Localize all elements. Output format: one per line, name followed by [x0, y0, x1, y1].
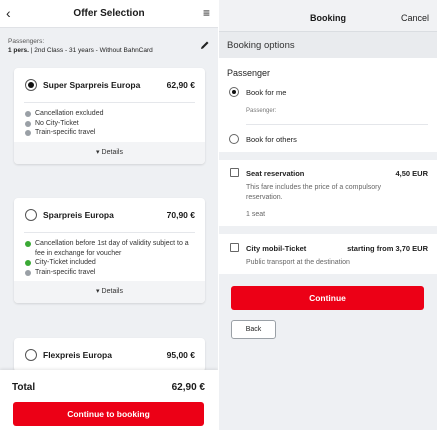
seat-reservation-price: 4,50 EUR — [395, 169, 428, 178]
passengers-count: 1 pers. — [8, 47, 29, 54]
offer-name: Sparpreis Europa — [43, 210, 114, 220]
status-dot-icon — [25, 130, 31, 137]
details-toggle[interactable]: ▾ Details — [14, 141, 205, 164]
hamburger-menu-icon[interactable]: ≡ — [203, 7, 210, 19]
section-header: Booking options — [219, 32, 437, 58]
seat-count: 1 seat — [246, 211, 266, 218]
feature-text: No City-Ticket — [35, 119, 79, 127]
offer-card-flexpreis[interactable]: Flexpreis Europa 95,00 € — [14, 338, 205, 372]
feature-item: Train-specific travel — [25, 128, 195, 138]
chevron-down-icon: ▾ — [96, 288, 100, 296]
book-for-others-label[interactable]: Book for others — [246, 135, 297, 144]
feature-item: No City-Ticket — [25, 119, 195, 129]
offer-price: 62,90 € — [166, 80, 195, 90]
offer-selection-pane: ‹ Offer Selection ≡ Passengers: 1 pers. … — [0, 0, 218, 430]
city-mobil-ticket-title: City mobil-Ticket — [246, 244, 307, 253]
city-mobil-ticket-checkbox[interactable] — [230, 243, 239, 252]
status-dot-icon — [25, 269, 31, 276]
feature-text: City-Ticket included — [35, 259, 96, 267]
passengers-label: Passengers: — [8, 38, 45, 45]
offer-radio[interactable] — [25, 209, 37, 221]
offer-head[interactable]: Super Sparpreis Europa 62,90 € — [14, 68, 205, 102]
details-toggle[interactable]: ▾ Details — [14, 281, 205, 304]
feature-item: City-Ticket included — [25, 258, 195, 268]
offer-header: ‹ Offer Selection ≡ — [0, 0, 218, 28]
continue-to-booking-button[interactable]: Continue to booking — [13, 402, 204, 426]
passenger-heading: Passenger — [227, 68, 271, 78]
booking-header: Booking Cancel — [219, 0, 437, 32]
book-for-others-radio[interactable] — [229, 134, 239, 144]
city-mobil-ticket-price: starting from 3,70 EUR — [347, 244, 428, 253]
feature-text: Train-specific travel — [35, 129, 96, 137]
check-circle-icon — [25, 241, 31, 247]
details-label: Details — [101, 148, 123, 156]
total-label: Total — [12, 382, 36, 393]
page-title: Offer Selection — [73, 8, 145, 19]
chevron-down-icon: ▾ — [96, 148, 100, 156]
offer-card-sparpreis[interactable]: Sparpreis Europa 70,90 € Cancellation be… — [14, 198, 205, 304]
check-circle-icon — [25, 260, 31, 267]
feature-item: Cancellation before 1st day of validity … — [25, 239, 195, 258]
offer-card-super-sparpreis[interactable]: Super Sparpreis Europa 62,90 € Cancellat… — [14, 68, 205, 164]
offer-radio-selected[interactable] — [25, 79, 37, 91]
feature-text: Cancellation before 1st day of validity … — [35, 240, 189, 257]
offer-name: Super Sparpreis Europa — [43, 80, 141, 90]
back-button[interactable]: Back — [231, 320, 276, 339]
offer-radio[interactable] — [25, 349, 37, 361]
feature-item: Cancellation excluded — [25, 109, 195, 119]
details-label: Details — [101, 288, 123, 296]
offer-features: Cancellation excluded No City-Ticket Tra… — [14, 103, 205, 142]
passengers-value: 1 pers. | 2nd Class - 31 years - Without… — [8, 47, 208, 54]
offer-price: 70,90 € — [166, 210, 195, 220]
divider — [246, 124, 428, 125]
section-title: Booking options — [227, 40, 295, 51]
passengers-detail: | 2nd Class - 31 years - Without BahnCar… — [28, 47, 153, 54]
offer-price: 95,00 € — [166, 350, 195, 360]
feature-text: Train-specific travel — [35, 268, 96, 276]
offer-head[interactable]: Flexpreis Europa 95,00 € — [14, 338, 205, 372]
booking-pane: Booking Cancel Booking options Passenger… — [219, 0, 437, 430]
total-footer: Total 62,90 € Continue to booking — [0, 370, 218, 430]
edit-pencil-icon[interactable] — [200, 40, 210, 53]
city-mobil-ticket-desc: Public transport at the destination — [246, 259, 350, 266]
offer-head[interactable]: Sparpreis Europa 70,90 € — [14, 198, 205, 232]
status-dot-icon — [25, 120, 31, 127]
total-value: 62,90 € — [171, 382, 205, 393]
spacer — [219, 152, 437, 160]
feature-text: Cancellation excluded — [35, 110, 104, 117]
status-dot-icon — [25, 111, 31, 117]
book-for-me-label[interactable]: Book for me — [246, 88, 286, 97]
seat-reservation-checkbox[interactable] — [230, 168, 239, 177]
book-for-me-radio[interactable] — [229, 87, 239, 97]
seat-reservation-title: Seat reservation — [246, 169, 305, 178]
continue-button[interactable]: Continue — [231, 286, 424, 310]
offer-features: Cancellation before 1st day of validity … — [14, 233, 205, 281]
spacer — [219, 226, 437, 234]
offer-name: Flexpreis Europa — [43, 350, 112, 360]
passenger-sub-label: Passenger: — [246, 108, 277, 114]
seat-reservation-desc: This fare includes the price of a compul… — [246, 184, 382, 201]
cancel-button[interactable]: Cancel — [401, 13, 429, 23]
feature-item: Train-specific travel — [25, 268, 195, 278]
passengers-summary: Passengers: 1 pers. | 2nd Class - 31 yea… — [8, 38, 210, 54]
